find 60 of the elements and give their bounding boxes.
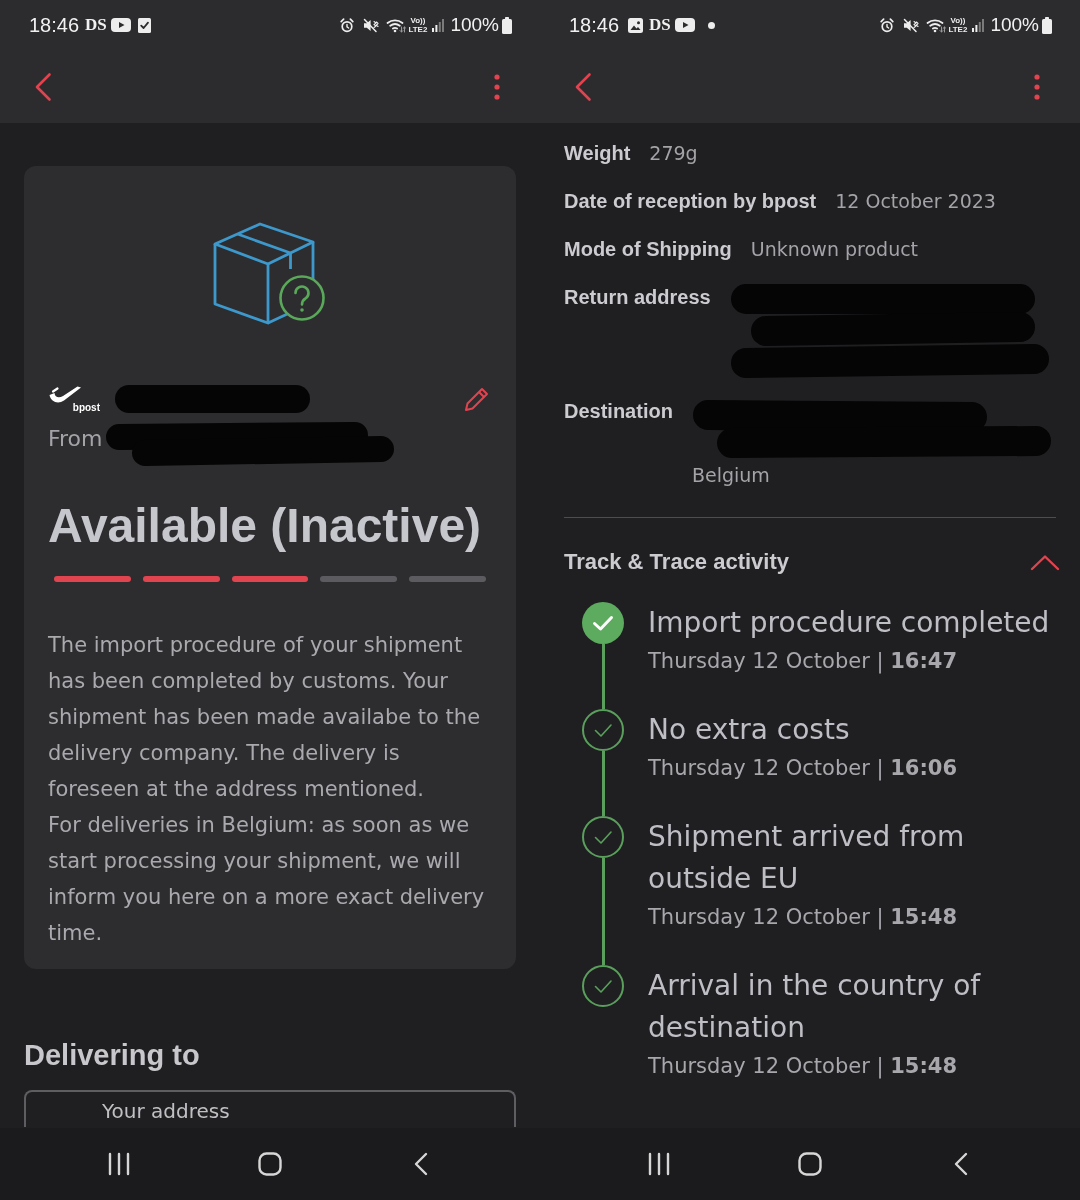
detail-label: Weight [564, 141, 631, 166]
event-time: Thursday 12 October | 16:06 [648, 755, 959, 783]
event-time: Thursday 12 October | 15:48 [648, 904, 959, 932]
detail-label: Date of reception by bpost [564, 189, 817, 214]
timeline-connector [601, 644, 605, 709]
mute-icon [903, 17, 920, 33]
notification-label: DS [649, 15, 671, 35]
chevron-up-icon[interactable] [1030, 553, 1060, 571]
notification-label: DS [85, 15, 107, 35]
battery-icon [1042, 16, 1052, 34]
volte-label: Vo)) [410, 16, 426, 25]
detail-label: Destination [564, 399, 673, 424]
status-time: 18:46 [29, 13, 80, 38]
alarm-icon [340, 17, 355, 33]
signal-icon [972, 18, 985, 32]
kebab-menu-icon[interactable] [494, 73, 500, 100]
dot-icon [707, 21, 715, 29]
from-label: From [48, 425, 103, 453]
mute-icon [363, 17, 380, 33]
section-title: Track & Trace activity [564, 548, 790, 576]
event-time: Thursday 12 October | 15:48 [648, 1053, 959, 1081]
section-heading: Delivering to [24, 1038, 201, 1073]
detail-value: 279g [649, 141, 698, 166]
battery-percent: 100% [450, 13, 499, 37]
detail-value: 12 October 2023 [835, 189, 996, 214]
battery-percent: 100% [990, 13, 1039, 37]
play-icon [674, 18, 695, 32]
event-time: Thursday 12 October | 16:47 [648, 648, 959, 676]
three-bars-icon[interactable] [648, 1152, 670, 1176]
carrier-logo: bpost [48, 385, 100, 413]
detail-label: Mode of Shipping [564, 237, 732, 262]
signal-icon [432, 18, 445, 32]
event-title: Shipment arrived from outside EU [648, 819, 966, 897]
event-title: Arrival in the country of destination [648, 968, 982, 1046]
wifi-icon [926, 17, 947, 33]
status-title: Available (Inactive) [48, 498, 483, 554]
checkbox-icon [137, 17, 151, 33]
event-title: Import procedure completed [648, 605, 1051, 641]
detail-label: Return address [564, 285, 711, 310]
home-icon[interactable] [258, 1152, 282, 1176]
detail-value: Belgium [691, 463, 770, 488]
description-paragraph: For deliveries in Belgium: as soon as we start processing your shipment, we will inform you here on a more exact delivery time. [48, 812, 486, 947]
network-type-label: LTE2 [948, 25, 968, 34]
volte-label: Vo)) [950, 16, 966, 25]
event-title: No extra costs [648, 712, 851, 748]
package-question-icon [213, 222, 327, 325]
network-type-label: LTE2 [408, 25, 428, 34]
home-icon[interactable] [798, 1152, 822, 1176]
description-paragraph: The import procedure of your shipment has been completed by customs. Your shipment has been made availabe to the delivery company. The delivery is foreseen at the address mentioned. [48, 632, 482, 803]
play-icon [110, 18, 131, 32]
status-time: 18:46 [569, 13, 620, 38]
alarm-icon [880, 17, 895, 33]
three-bars-icon[interactable] [108, 1152, 130, 1176]
timeline-connector [601, 751, 605, 816]
kebab-menu-icon[interactable] [1034, 73, 1040, 100]
detail-value: Unknown product [750, 237, 919, 262]
image-icon [628, 17, 644, 33]
address-label: Your address [102, 1099, 230, 1123]
wifi-icon [386, 17, 407, 33]
battery-icon [502, 16, 512, 34]
